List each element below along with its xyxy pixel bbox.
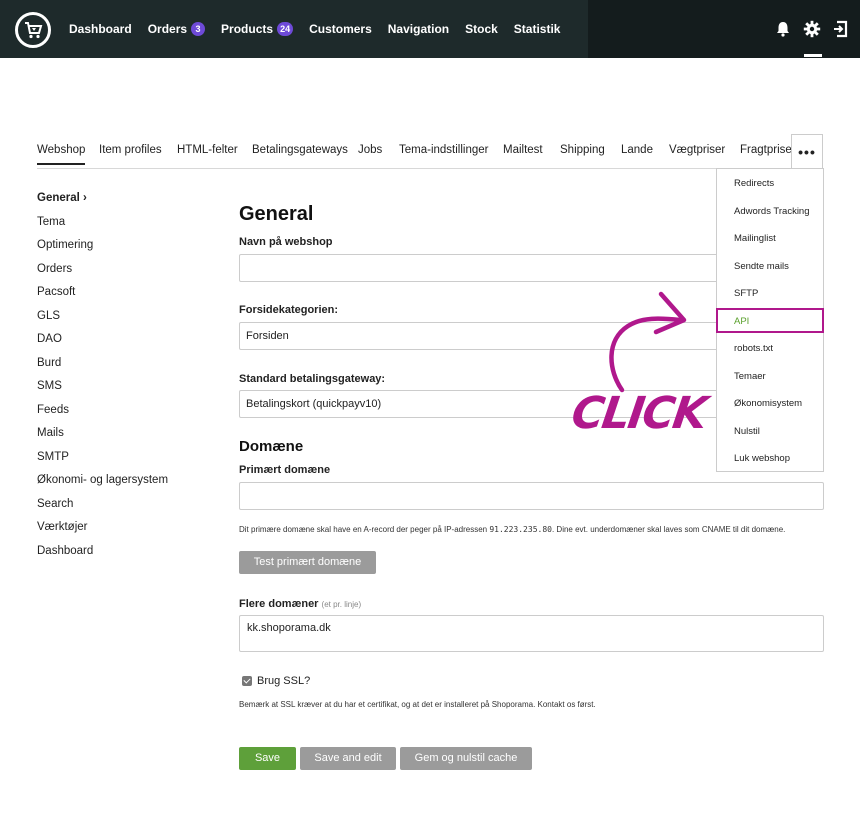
save-clear-cache-button[interactable]: Gem og nulstil cache [400, 747, 532, 770]
save-and-edit-button[interactable]: Save and edit [300, 747, 396, 770]
dropdown-item-luk-webshop[interactable]: Luk webshop [734, 453, 790, 464]
domain-heading: Domæne [239, 438, 304, 455]
sidebar-item-dao[interactable]: DAO [37, 333, 62, 345]
sidebar-item-feeds[interactable]: Feeds [37, 404, 69, 416]
primary-domain-label: Primært domæne [239, 464, 331, 476]
test-domain-button[interactable]: Test primært domæne [239, 551, 376, 574]
sidebar-item-sms[interactable]: SMS [37, 380, 62, 392]
primary-domain-field[interactable] [239, 482, 824, 510]
sidebar-item-dashboard[interactable]: Dashboard [37, 545, 93, 557]
more-domains-label: Flere domæner (et pr. linje) [239, 598, 361, 610]
orders-count-badge: 3 [191, 22, 206, 36]
dropdown-item-mailinglist[interactable]: Mailinglist [734, 233, 776, 244]
sidebar-item-mails[interactable]: Mails [37, 427, 64, 439]
bell-icon[interactable] [774, 20, 792, 38]
sidebar-item-gls[interactable]: GLS [37, 310, 60, 322]
frontpage-label: Forsidekategorien: [239, 304, 339, 316]
sidebar-item-tema[interactable]: Tema [37, 216, 65, 228]
tab-tema-indstillinger[interactable]: Tema-indstillinger [399, 144, 488, 156]
gateway-label: Standard betalingsgateway: [239, 373, 386, 385]
more-dots-icon: ••• [798, 144, 816, 160]
more-domains-textarea[interactable]: kk.shoporama.dk [239, 615, 824, 652]
nav-customers[interactable]: Customers [309, 22, 372, 36]
nav-stock[interactable]: Stock [465, 22, 498, 36]
more-domains-sub: (et pr. linje) [321, 600, 362, 609]
click-annotation-text: CLICK [568, 388, 709, 439]
sidebar-item-search[interactable]: Search [37, 498, 73, 510]
dropdown-item-sendte-mails[interactable]: Sendte mails [734, 261, 789, 272]
dropdown-item-okonomisystem[interactable]: Økonomisystem [734, 398, 802, 409]
tab-mailtest[interactable]: Mailtest [503, 144, 543, 156]
dropdown-item-sftp[interactable]: SFTP [734, 288, 758, 299]
sidebar-item-pacsoft[interactable]: Pacsoft [37, 286, 75, 298]
sidebar-item-orders[interactable]: Orders [37, 263, 72, 275]
domain-help-post: . Dine evt. underdomæner skal laves som … [551, 525, 786, 534]
sidebar-item-optimering[interactable]: Optimering [37, 239, 93, 251]
nav-label: Statistik [513, 22, 561, 36]
save-button[interactable]: Save [239, 747, 296, 770]
dropdown-item-adwords[interactable]: Adwords Tracking [734, 206, 810, 217]
tab-item-profiles[interactable]: Item profiles [99, 144, 162, 156]
nav-label: Stock [465, 22, 498, 36]
active-settings-indicator [804, 54, 822, 57]
ssl-checkbox-row[interactable]: Brug SSL? [242, 675, 310, 687]
nav-label: Orders [147, 22, 188, 36]
tab-vaegtpriser[interactable]: Vægtpriser [669, 144, 725, 156]
shop-name-label: Navn på webshop [239, 236, 333, 248]
sidebar-item-smtp[interactable]: SMTP [37, 451, 69, 463]
tab-lande[interactable]: Lande [621, 144, 653, 156]
top-icons [763, 0, 850, 58]
nav-label: Products [221, 22, 274, 36]
tab-fragtpriser[interactable]: Fragtpriser [740, 144, 796, 156]
nav-statistik[interactable]: Statistik [514, 22, 561, 36]
settings-tabs: Webshop Item profiles HTML-felter Betali… [37, 134, 823, 169]
more-domains-label-text: Flere domæner [239, 598, 319, 610]
ssl-checkbox[interactable] [242, 676, 252, 686]
domain-help-text: Dit primære domæne skal have en A-record… [239, 525, 785, 534]
api-highlight-box [716, 308, 824, 333]
sidebar-item-general[interactable]: General › [37, 192, 87, 204]
top-bar: Dashboard Orders 3 Products 24 Customers N… [0, 0, 860, 58]
domain-help-pre: Dit primære domæne skal have en A-record… [239, 525, 490, 534]
nav-navigation[interactable]: Navigation [388, 22, 449, 36]
products-count-badge: 24 [277, 22, 294, 36]
dropdown-item-nulstil[interactable]: Nulstil [734, 426, 760, 437]
tab-webshop[interactable]: Webshop [37, 144, 86, 165]
nav-label: Dashboard [69, 22, 132, 36]
dropdown-item-robots[interactable]: robots.txt [734, 343, 773, 354]
nav-label: Customers [309, 22, 372, 36]
sidebar-item-vaerktojer[interactable]: Værktøjer [37, 521, 87, 533]
nav-dashboard[interactable]: Dashboard [69, 22, 132, 36]
page-title: General [239, 203, 314, 225]
ssl-help-text: Bemærk at SSL kræver at du har et certif… [239, 700, 596, 709]
domain-help-ip: 91.223.235.80 [489, 525, 552, 534]
sidebar-item-okonomi[interactable]: Økonomi- og lagersystem [37, 474, 168, 486]
sidebar-item-burd[interactable]: Burd [37, 357, 61, 369]
nav-label: Navigation [387, 22, 450, 36]
tab-jobs[interactable]: Jobs [358, 144, 382, 156]
tab-html-felter[interactable]: HTML-felter [177, 144, 238, 156]
main-nav: Dashboard Orders 3 Products 24 Customers N… [69, 0, 576, 58]
nav-products[interactable]: Products 24 [221, 22, 294, 36]
gear-icon[interactable] [803, 20, 821, 38]
tab-shipping[interactable]: Shipping [560, 144, 605, 156]
logout-icon[interactable] [832, 20, 850, 38]
shop-logo-icon[interactable] [15, 12, 51, 48]
dropdown-item-redirects[interactable]: Redirects [734, 178, 774, 189]
nav-orders[interactable]: Orders 3 [147, 22, 206, 36]
more-tabs-button[interactable]: ••• [791, 134, 823, 169]
dropdown-item-temaer[interactable]: Temaer [734, 371, 766, 382]
ssl-label: Brug SSL? [257, 675, 311, 687]
tab-betalingsgateways[interactable]: Betalingsgateways [252, 144, 348, 156]
